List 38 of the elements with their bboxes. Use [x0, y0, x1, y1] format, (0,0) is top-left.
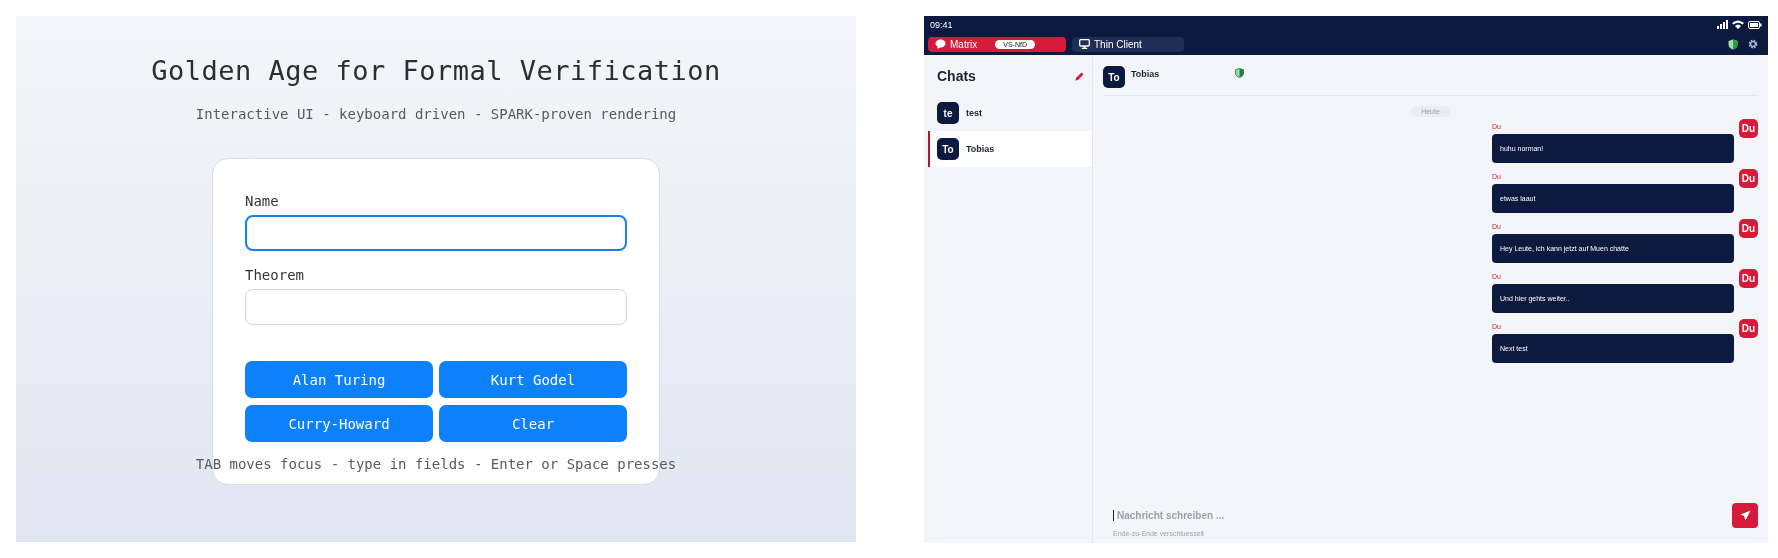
shield-icon — [1235, 68, 1244, 78]
shield-icon — [1728, 38, 1738, 50]
message-input[interactable]: Nachricht schreiben ... — [1117, 510, 1729, 521]
action-button[interactable]: Alan Turing — [245, 361, 433, 398]
status-time: 09:41 — [930, 19, 953, 30]
avatar: Du — [1739, 169, 1758, 188]
page-title: Golden Age for Formal Verification — [151, 54, 721, 88]
chat-name: test — [966, 108, 982, 118]
chat-list-item[interactable]: To Tobias — [928, 131, 1092, 167]
field-label: Theorem — [245, 267, 305, 283]
monitor-icon — [1079, 39, 1090, 49]
chat-icon — [935, 39, 946, 49]
subtitle: Interactive UI - keyboard driven - SPARK-proven rendering — [195, 106, 677, 122]
send-button[interactable] — [1732, 503, 1758, 528]
avatar: Du — [1739, 119, 1758, 138]
battery-icon — [1748, 20, 1762, 29]
action-button[interactable]: Curry-Howard — [245, 405, 433, 442]
avatar: To — [937, 138, 959, 160]
hint-text: TAB moves focus - type in fields - Enter or Space presses — [194, 456, 678, 472]
send-icon — [1739, 510, 1751, 521]
action-button[interactable]: Kurt Godel — [439, 361, 627, 398]
avatar: To — [1103, 66, 1125, 88]
settings-icon — [1748, 39, 1758, 49]
app-tab[interactable]: Thin Client — [1072, 36, 1184, 52]
chat-name: Tobias — [966, 144, 995, 154]
signal-icon — [1717, 20, 1728, 29]
avatar: Du — [1739, 219, 1758, 238]
sidebar-title: Chats — [937, 68, 976, 84]
avatar: Du — [1739, 269, 1758, 288]
chat-list-item[interactable]: te test — [928, 95, 1092, 131]
input-field[interactable] — [245, 215, 627, 251]
wifi-icon — [1732, 20, 1744, 29]
pencil-icon[interactable] — [1075, 71, 1084, 81]
contact-name: Tobias — [1131, 69, 1161, 79]
action-button[interactable]: Clear — [439, 405, 627, 442]
field-label: Name — [245, 193, 280, 209]
avatar: te — [937, 102, 959, 124]
avatar: Du — [1739, 319, 1758, 338]
